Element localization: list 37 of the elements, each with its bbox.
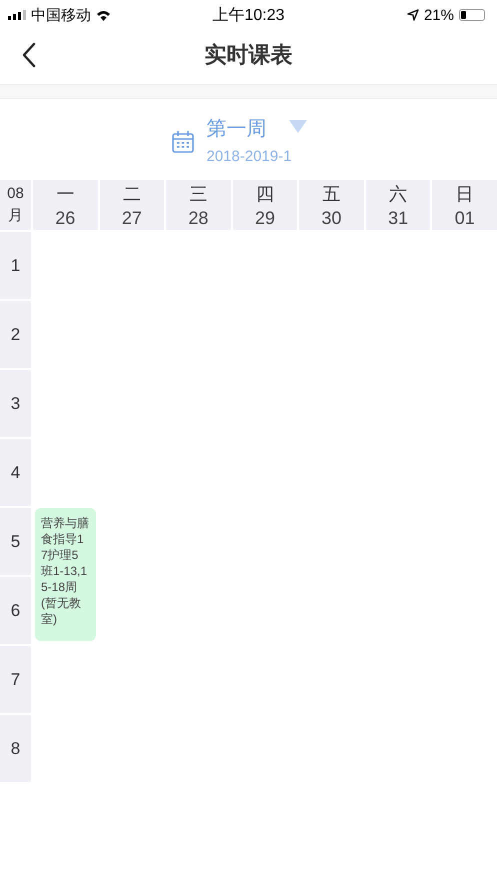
signal-icon <box>8 10 26 20</box>
date-label: 26 <box>55 208 76 228</box>
period-number: 5 <box>0 508 31 575</box>
calendar-icon <box>170 130 194 154</box>
period-number: 4 <box>0 439 31 506</box>
period-number: 1 <box>0 232 31 299</box>
period-number: 2 <box>0 301 31 368</box>
weekday-label: 二 <box>122 182 141 206</box>
battery-icon <box>459 9 485 21</box>
date-label: 27 <box>122 208 142 228</box>
date-label: 28 <box>188 208 208 228</box>
date-label: 30 <box>322 208 342 228</box>
date-label: 01 <box>454 208 475 228</box>
weekday-label: 日 <box>456 182 474 206</box>
weekday-label: 四 <box>256 182 274 206</box>
clock-time: 上午10:23 <box>211 6 286 26</box>
period-number: 6 <box>0 577 31 644</box>
period-number: 8 <box>0 715 31 782</box>
wifi-icon <box>96 10 111 20</box>
term-label: 2018-2019-1 <box>206 148 293 165</box>
period-number: 3 <box>0 370 31 437</box>
dropdown-triangle-icon <box>288 120 306 133</box>
weekday-label: 三 <box>189 182 208 206</box>
date-label: 29 <box>254 208 275 228</box>
weekday-label: 六 <box>389 182 408 206</box>
back-chevron-icon <box>22 42 36 68</box>
course-card[interactable]: 营养与膳食指导17护理5班1-13,15-18周(暂无教室) <box>35 508 96 641</box>
page-title: 实时课表 <box>204 41 294 69</box>
month-number: 08 <box>7 185 24 202</box>
weekday-label: 五 <box>322 182 341 206</box>
location-arrow-icon <box>406 9 419 21</box>
carrier-name: 中国移动 <box>31 6 91 24</box>
weekday-label: 一 <box>56 182 74 206</box>
month-unit: 月 <box>8 206 23 225</box>
date-label: 31 <box>388 208 408 228</box>
battery-percent: 21% <box>424 6 454 24</box>
period-number: 7 <box>0 646 31 713</box>
